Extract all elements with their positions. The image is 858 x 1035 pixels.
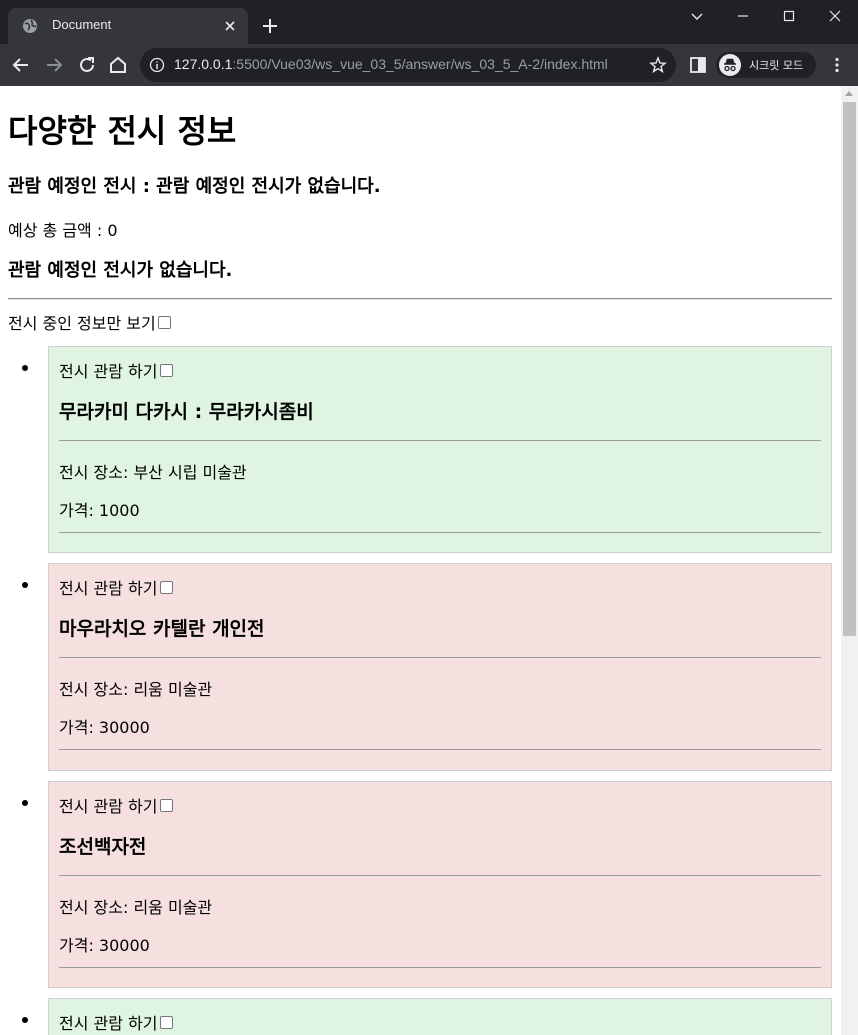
watch-row: 전시 관람 하기 <box>59 1010 173 1034</box>
back-arrow-icon[interactable] <box>10 54 32 76</box>
filter-checkbox[interactable] <box>157 315 171 329</box>
browser-toolbar: 127.0.0.1:5500/Vue03/ws_vue_03_5/answer/… <box>0 44 858 86</box>
list-bullet <box>22 365 28 371</box>
url-path: :5500/Vue03/ws_vue_03_5/answer/ws_03_5_A… <box>232 56 608 72</box>
more-menu-icon[interactable] <box>828 56 846 74</box>
exhibition-card: 전시 관람 하기 조선백자전 전시 장소: 리움 미술관 가격: 30000 <box>22 781 832 988</box>
home-icon[interactable] <box>107 54 129 76</box>
planned-exhibition-heading: 관람 예정인 전시 : 관람 예정인 전시가 없습니다. <box>8 176 381 197</box>
exhibition-card: 전시 관람 하기 무라카미 다카시 : 무라카시좀비 전시 장소: 부산 시립 … <box>22 346 832 553</box>
watch-row: 전시 관람 하기 <box>59 793 173 817</box>
expected-total-price: 예상 총 금액 : 0 <box>8 221 118 240</box>
vertical-scrollbar[interactable] <box>841 86 858 1035</box>
watch-label: 전시 관람 하기 <box>59 797 158 816</box>
watch-label: 전시 관람 하기 <box>59 579 158 598</box>
card-divider-bottom <box>59 749 821 750</box>
site-info-icon[interactable] <box>149 57 165 73</box>
filter-label: 전시 중인 정보만 보기 <box>8 314 156 333</box>
close-tab-icon[interactable] <box>222 18 238 34</box>
watch-checkbox[interactable] <box>159 363 173 377</box>
watch-checkbox[interactable] <box>159 1015 173 1029</box>
divider <box>8 298 832 300</box>
exhibition-name: 마우라치오 카텔란 개인전 <box>59 618 265 640</box>
watch-label: 전시 관람 하기 <box>59 1014 158 1033</box>
card-divider-bottom <box>59 532 821 533</box>
page-title: 다양한 전시 정보 <box>8 112 237 150</box>
browser-tab[interactable]: Document <box>8 8 248 44</box>
card-divider-top <box>59 440 821 441</box>
tab-strip: Document <box>0 0 858 44</box>
exhibition-place: 전시 장소: 부산 시립 미술관 <box>59 463 247 482</box>
scrollbar-thumb[interactable] <box>843 102 856 636</box>
forward-arrow-icon[interactable] <box>43 54 65 76</box>
exhibition-price: 가격: 1000 <box>59 501 140 520</box>
bookmark-star-icon[interactable] <box>649 56 667 74</box>
exhibition-place: 전시 장소: 리움 미술관 <box>59 680 213 699</box>
window-close-icon[interactable] <box>825 6 845 26</box>
card-divider-top <box>59 657 821 658</box>
exhibition-card: 전시 관람 하기 <box>22 998 832 1035</box>
exhibition-price: 가격: 30000 <box>59 936 150 955</box>
side-panel-icon[interactable] <box>689 56 707 74</box>
empty-planned-message: 관람 예정인 전시가 없습니다. <box>8 260 233 281</box>
minimize-icon[interactable] <box>733 6 753 26</box>
list-bullet <box>22 1017 28 1023</box>
tab-search-chevron-icon[interactable] <box>687 6 707 26</box>
url-text: 127.0.0.1:5500/Vue03/ws_vue_03_5/answer/… <box>174 56 608 72</box>
incognito-icon <box>719 54 741 76</box>
watch-checkbox[interactable] <box>159 798 173 812</box>
card-divider-top <box>59 875 821 876</box>
list-bullet <box>22 800 28 806</box>
exhibition-place: 전시 장소: 리움 미술관 <box>59 898 213 917</box>
maximize-icon[interactable] <box>779 6 799 26</box>
new-tab-plus-icon[interactable] <box>260 16 280 36</box>
card-divider-bottom <box>59 967 821 968</box>
reload-icon[interactable] <box>76 54 98 76</box>
incognito-label: 시크릿 모드 <box>749 59 804 72</box>
incognito-badge[interactable]: 시크릿 모드 <box>716 52 816 78</box>
filter-row: 전시 중인 정보만 보기 <box>8 310 171 334</box>
address-bar[interactable]: 127.0.0.1:5500/Vue03/ws_vue_03_5/answer/… <box>140 48 676 82</box>
exhibition-price: 가격: 30000 <box>59 718 150 737</box>
watch-row: 전시 관람 하기 <box>59 575 173 599</box>
url-host: 127.0.0.1 <box>174 56 233 72</box>
page-viewport: 다양한 전시 정보 관람 예정인 전시 : 관람 예정인 전시가 없습니다. 예… <box>0 86 858 1035</box>
watch-row: 전시 관람 하기 <box>59 358 173 382</box>
exhibition-name: 무라카미 다카시 : 무라카시좀비 <box>59 401 314 423</box>
exhibition-name: 조선백자전 <box>59 836 147 858</box>
watch-checkbox[interactable] <box>159 580 173 594</box>
watch-label: 전시 관람 하기 <box>59 362 158 381</box>
tab-title: Document <box>52 17 112 32</box>
scroll-up-arrow-icon[interactable] <box>845 91 853 96</box>
globe-icon <box>23 19 37 33</box>
list-bullet <box>22 582 28 588</box>
exhibition-card: 전시 관람 하기 마우라치오 카텔란 개인전 전시 장소: 리움 미술관 가격:… <box>22 563 832 771</box>
